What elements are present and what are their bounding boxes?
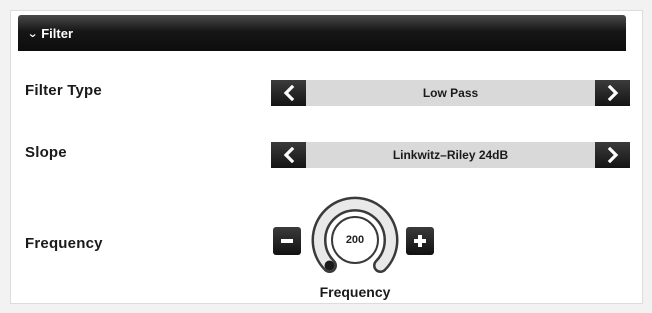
chevron-left-icon — [283, 85, 294, 101]
filter-section-header[interactable]: ⌄ Filter — [18, 15, 626, 51]
filter-type-selector: Low Pass — [271, 80, 630, 106]
frequency-label: Frequency — [25, 235, 103, 252]
filter-section-title: Filter — [41, 25, 74, 41]
frequency-decrease-button[interactable] — [273, 227, 301, 255]
frequency-knob[interactable]: 200 — [311, 196, 399, 284]
frequency-knob-caption: Frequency — [319, 284, 391, 300]
chevron-down-icon: ⌄ — [27, 27, 39, 40]
slope-next-button[interactable] — [595, 142, 630, 168]
slope-value: Linkwitz–Riley 24dB — [392, 148, 509, 162]
slope-selector: Linkwitz–Riley 24dB — [271, 142, 630, 168]
knob-dial-icon — [311, 196, 399, 273]
frequency-increase-button[interactable] — [406, 227, 434, 255]
filter-type-label: Filter Type — [25, 82, 102, 99]
slope-prev-button[interactable] — [271, 142, 306, 168]
chevron-right-icon — [607, 147, 618, 163]
filter-type-next-button[interactable] — [595, 80, 630, 106]
minus-icon — [281, 239, 293, 243]
chevron-left-icon — [283, 147, 294, 163]
filter-type-prev-button[interactable] — [271, 80, 306, 106]
filter-type-value: Low Pass — [422, 86, 479, 100]
slope-label: Slope — [25, 144, 67, 161]
chevron-right-icon — [607, 85, 618, 101]
plus-icon — [414, 235, 426, 247]
